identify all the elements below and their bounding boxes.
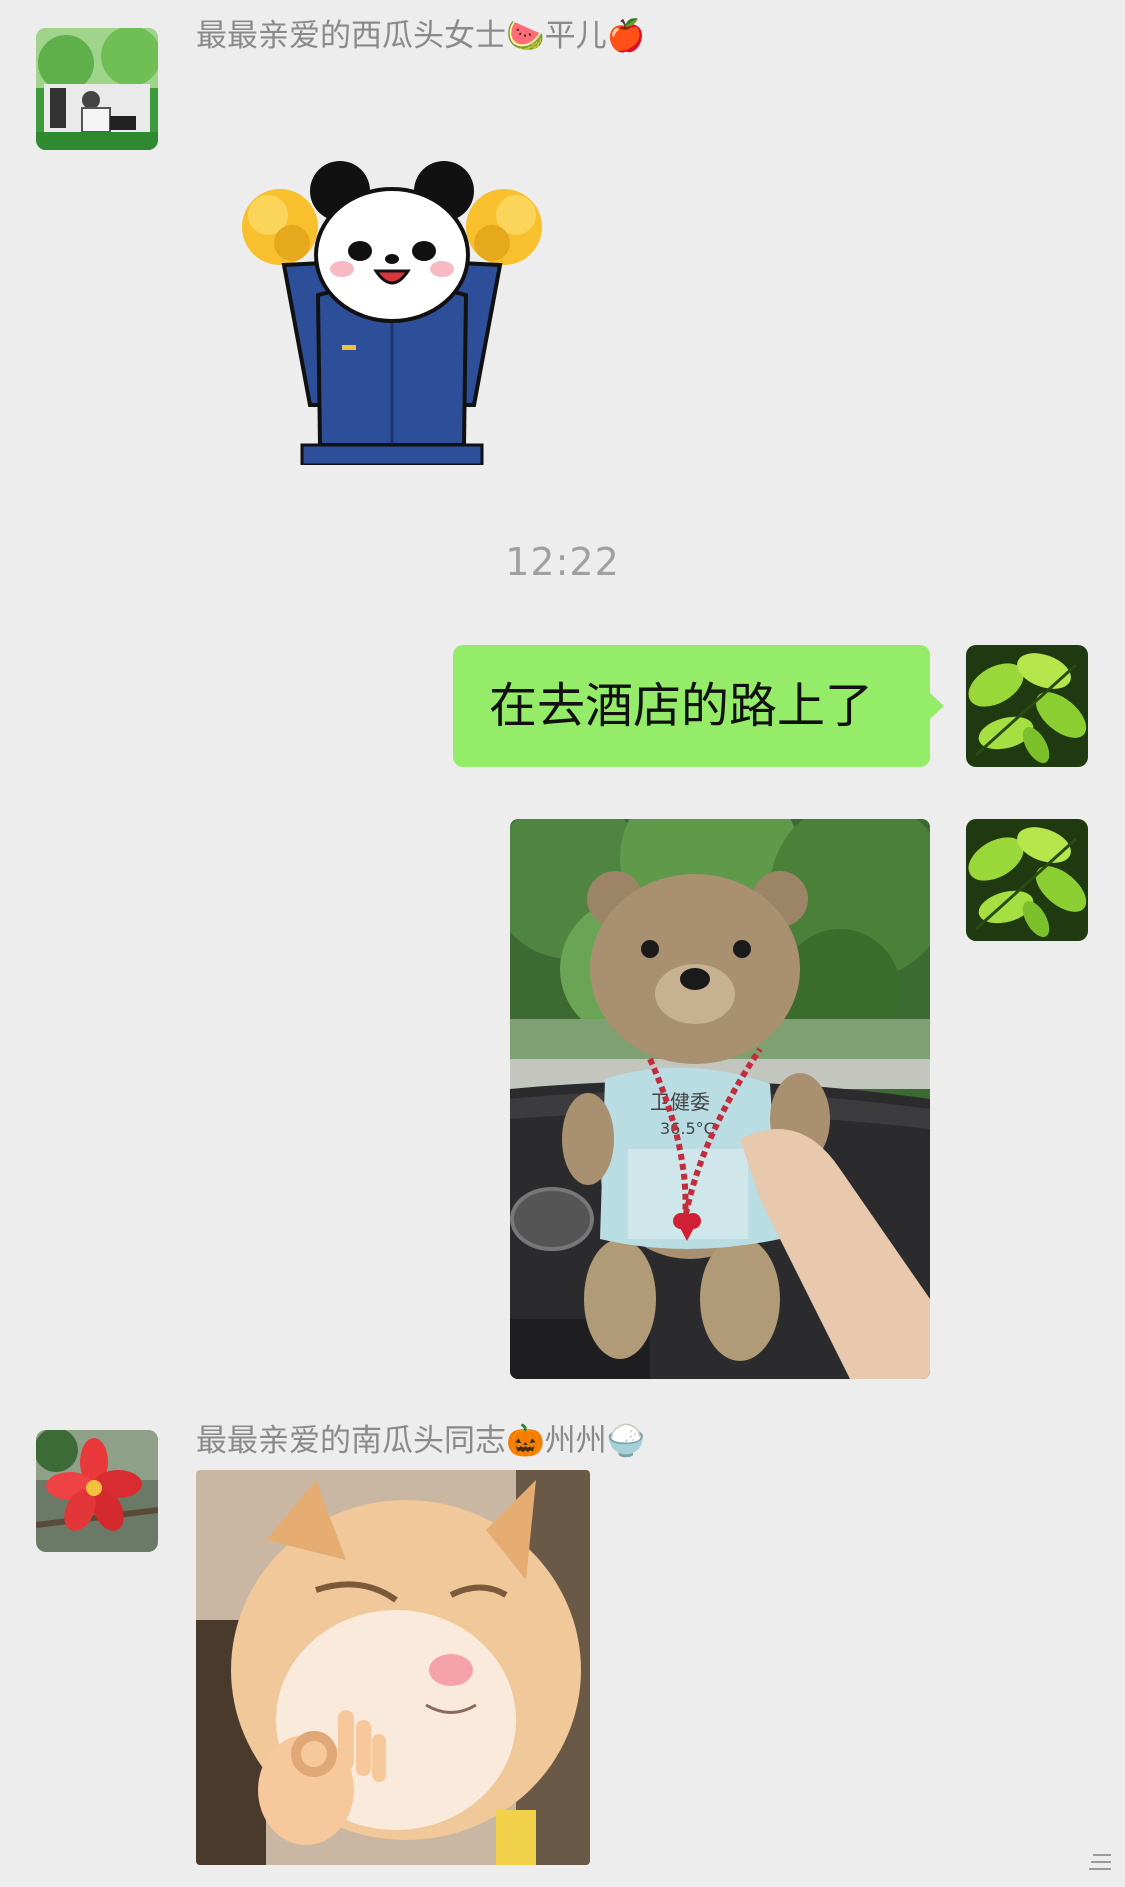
outgoing-text-bubble[interactable]: 在去酒店的路上了 bbox=[453, 645, 944, 767]
panda-cheerleader-sticker[interactable] bbox=[232, 155, 552, 465]
leaves-avatar-icon bbox=[966, 645, 1088, 767]
svg-text:36.5°C: 36.5°C bbox=[660, 1119, 715, 1138]
scroll-lines-icon bbox=[1089, 1854, 1111, 1870]
panda-cheerleader-icon bbox=[242, 161, 542, 465]
red-flower-avatar-icon bbox=[36, 1430, 158, 1552]
my-avatar[interactable] bbox=[966, 819, 1088, 941]
svg-text:卫健委: 卫健委 bbox=[650, 1090, 710, 1114]
leaves-avatar-icon bbox=[966, 819, 1088, 941]
kitten-ok-hand-image bbox=[196, 1470, 590, 1865]
sender-avatar-2[interactable] bbox=[36, 1430, 158, 1552]
photo-avatar-icon bbox=[36, 28, 158, 150]
my-avatar[interactable] bbox=[966, 645, 1088, 767]
message-text: 在去酒店的路上了 bbox=[489, 678, 874, 734]
message-timestamp: 12:22 bbox=[505, 540, 620, 584]
teddy-bear-photo-image: 卫健委 36.5°C bbox=[510, 819, 930, 1379]
sender-avatar-1[interactable] bbox=[36, 28, 158, 150]
teddy-bear-photo[interactable]: 卫健委 36.5°C bbox=[510, 819, 930, 1379]
sender-name: 最最亲爱的南瓜头同志🎃州州🍚 bbox=[196, 1423, 646, 1459]
scroll-handle[interactable] bbox=[1087, 1847, 1115, 1877]
sender-name: 最最亲爱的西瓜头女士🍉平儿🍎 bbox=[196, 18, 646, 54]
kitten-ok-hand-photo[interactable] bbox=[196, 1470, 590, 1865]
